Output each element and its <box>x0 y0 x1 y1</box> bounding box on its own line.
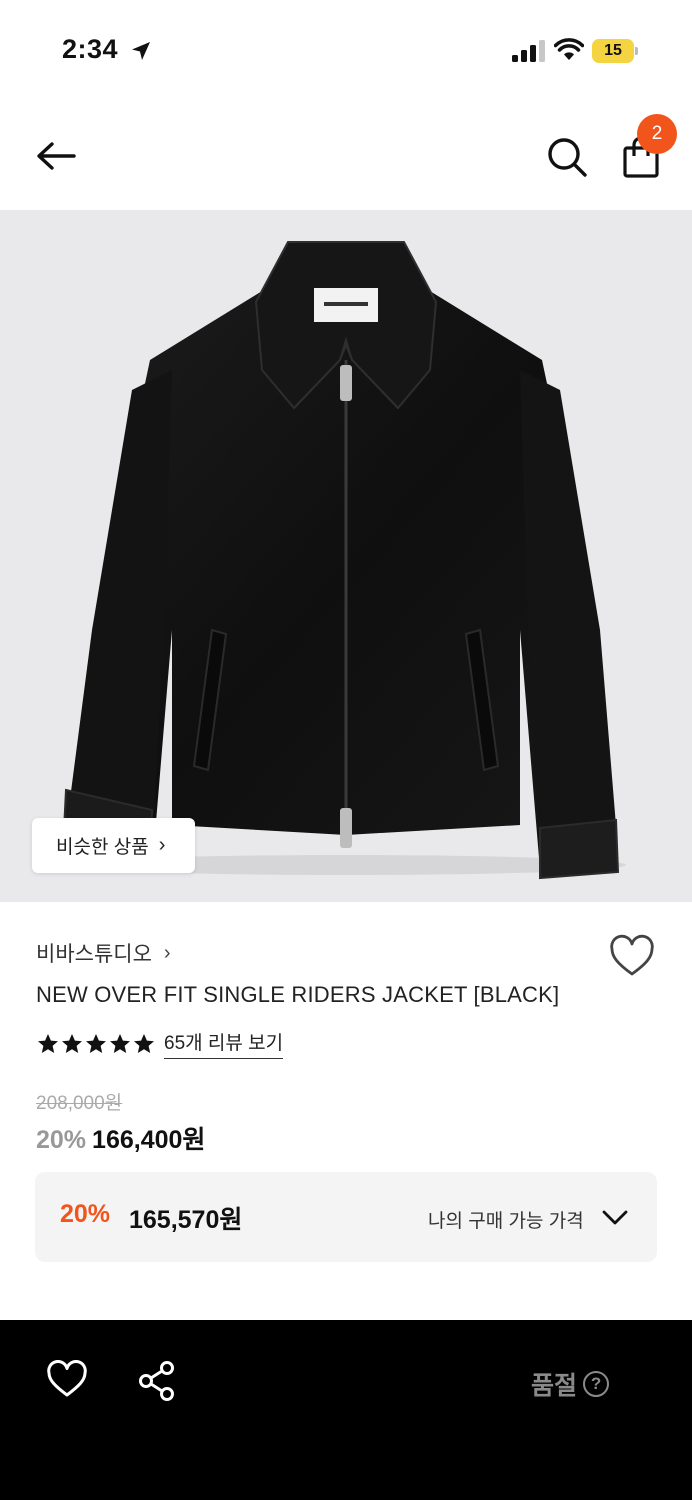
location-arrow-icon <box>132 42 150 60</box>
help-icon[interactable]: ? <box>583 1371 610 1397</box>
brand-link[interactable]: 비바스튜디오 › <box>36 938 171 968</box>
product-image[interactable] <box>0 210 692 902</box>
my-price-dropdown[interactable]: 20% 165,570원 나의 구매 가능 가격 <box>35 1172 657 1262</box>
similar-products-label: 비슷한 상품 <box>56 837 149 858</box>
my-price-discount: 20% <box>60 1200 111 1228</box>
rating-stars <box>36 1032 156 1056</box>
status-time: 2:34 <box>62 34 119 64</box>
product-name: NEW OVER FIT SINGLE RIDERS JACKET [BLACK… <box>36 982 560 1007</box>
star-icon <box>38 1033 58 1053</box>
review-link[interactable]: 65개 리뷰 보기 <box>164 1028 284 1059</box>
jacket-image <box>62 241 626 880</box>
sale-price-row: 20% 166,400원 <box>36 1120 205 1156</box>
back-arrow-icon[interactable] <box>30 136 82 176</box>
similar-products-button[interactable]: 비슷한 상품 › <box>32 818 195 873</box>
brand-name: 비바스튜디오 <box>36 943 152 966</box>
heart-icon[interactable] <box>608 934 656 980</box>
original-price: 208,000원 <box>36 1093 123 1114</box>
battery-level: 15 <box>604 42 622 59</box>
heart-icon[interactable] <box>46 1360 88 1400</box>
sold-out-label: 품절 <box>531 1372 578 1400</box>
star-icon <box>134 1033 154 1053</box>
star-icon <box>86 1033 106 1053</box>
share-icon[interactable] <box>137 1360 177 1402</box>
signal-icon <box>512 40 545 62</box>
chevron-right-icon: › <box>158 834 166 856</box>
battery-body: 15 <box>592 39 634 63</box>
search-icon[interactable] <box>544 134 590 180</box>
sale-price: 166,400원 <box>92 1126 206 1154</box>
chevron-down-icon <box>602 1210 628 1225</box>
sold-out-button[interactable]: 품절 ? <box>531 1366 610 1402</box>
wifi-icon <box>554 38 584 60</box>
discount-percent: 20% <box>36 1126 87 1154</box>
chevron-right-icon: › <box>163 941 171 964</box>
status-bar: 2:34 15 <box>0 0 692 100</box>
top-nav <box>0 100 692 210</box>
my-price-value: 165,570원 <box>129 1206 243 1234</box>
my-price-label: 나의 구매 가능 가격 <box>428 1211 584 1232</box>
rating-row: 65개 리뷰 보기 <box>36 1028 284 1059</box>
bottom-action-bar: 품절 ? <box>0 1320 692 1500</box>
battery-cap <box>635 47 638 55</box>
cart-count-badge: 2 <box>637 114 677 154</box>
battery-icon: 15 <box>592 39 638 63</box>
star-icon <box>62 1033 82 1053</box>
star-icon <box>110 1033 130 1053</box>
